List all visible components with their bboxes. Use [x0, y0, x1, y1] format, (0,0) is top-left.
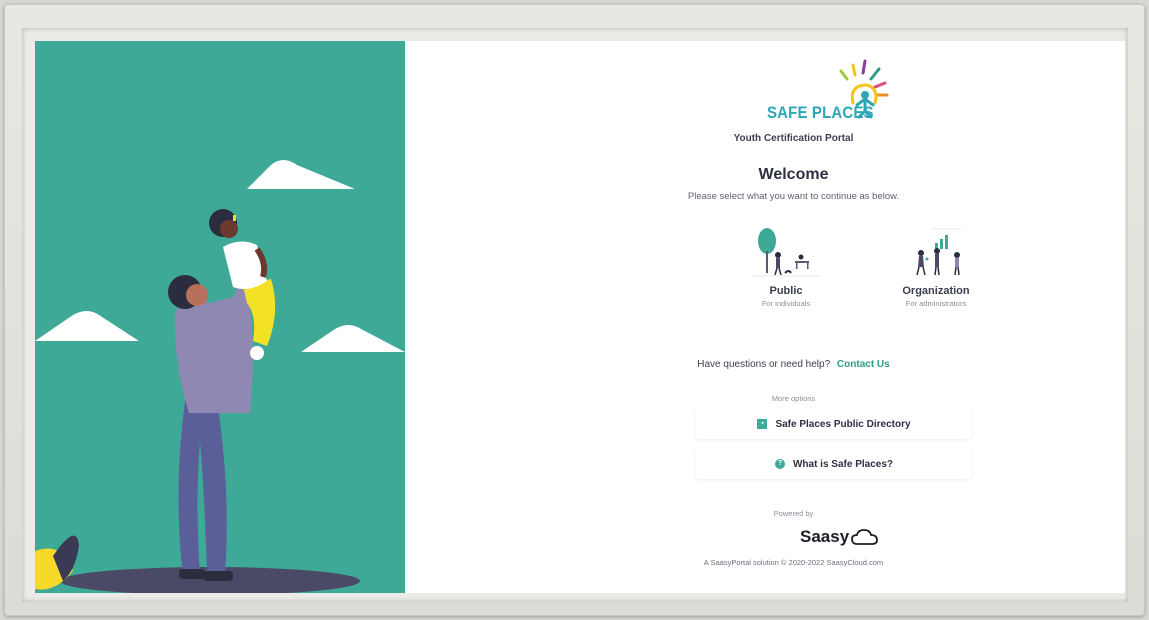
organization-option-card[interactable]: Organization For administrators [876, 223, 996, 323]
what-is-safe-places-button[interactable]: ? What is Safe Places? [696, 449, 972, 479]
help-question: Have questions or need help? [697, 359, 831, 370]
copyright-text: A SaasyPortal solution © 2020-2022 Saasy… [703, 558, 884, 567]
contact-us-link[interactable]: Contact Us [837, 359, 890, 370]
public-option-title: Public [769, 285, 803, 297]
question-circle-icon: ? [774, 459, 785, 469]
logo-wordmark: SAFE PLACES [767, 103, 874, 122]
portal-screen: SAFE PLACES Youth Certification Portal W… [35, 41, 1125, 593]
help-line: Have questions or need help? Contact Us [405, 359, 1125, 370]
powered-by-label: Powered by [773, 509, 814, 518]
saasy-wordmark: Saasy [800, 527, 850, 546]
organization-option-subtitle: For administrators [905, 299, 967, 308]
organization-illustration-icon [916, 228, 961, 276]
hero-illustration [35, 41, 405, 593]
public-directory-label: Safe Places Public Directory [775, 418, 911, 430]
welcome-instruction: Please select what you want to continue … [687, 191, 900, 202]
welcome-heading: Welcome [758, 166, 829, 183]
cloud-top-icon [247, 160, 355, 189]
public-option-subtitle: For individuals [761, 299, 811, 308]
public-option-card[interactable]: Public For individuals [726, 223, 846, 323]
more-options-label: More options [771, 394, 816, 403]
portal-title: Youth Certification Portal [733, 133, 854, 144]
safe-places-logo: SAFE PLACES [767, 55, 917, 135]
contact-book-icon: ▪ [757, 419, 768, 429]
cloud-right-icon [301, 325, 405, 352]
public-illustration-icon [751, 228, 821, 277]
cloud-left-icon [35, 311, 139, 341]
login-panel: SAFE PLACES Youth Certification Portal W… [405, 41, 1125, 593]
organization-option-title: Organization [902, 285, 970, 297]
what-is-safe-places-label: What is Safe Places? [792, 458, 894, 470]
saasy-logo[interactable]: Saasy [800, 525, 879, 549]
public-directory-button[interactable]: ▪ Safe Places Public Directory [696, 409, 972, 439]
cloud-icon [851, 529, 879, 545]
